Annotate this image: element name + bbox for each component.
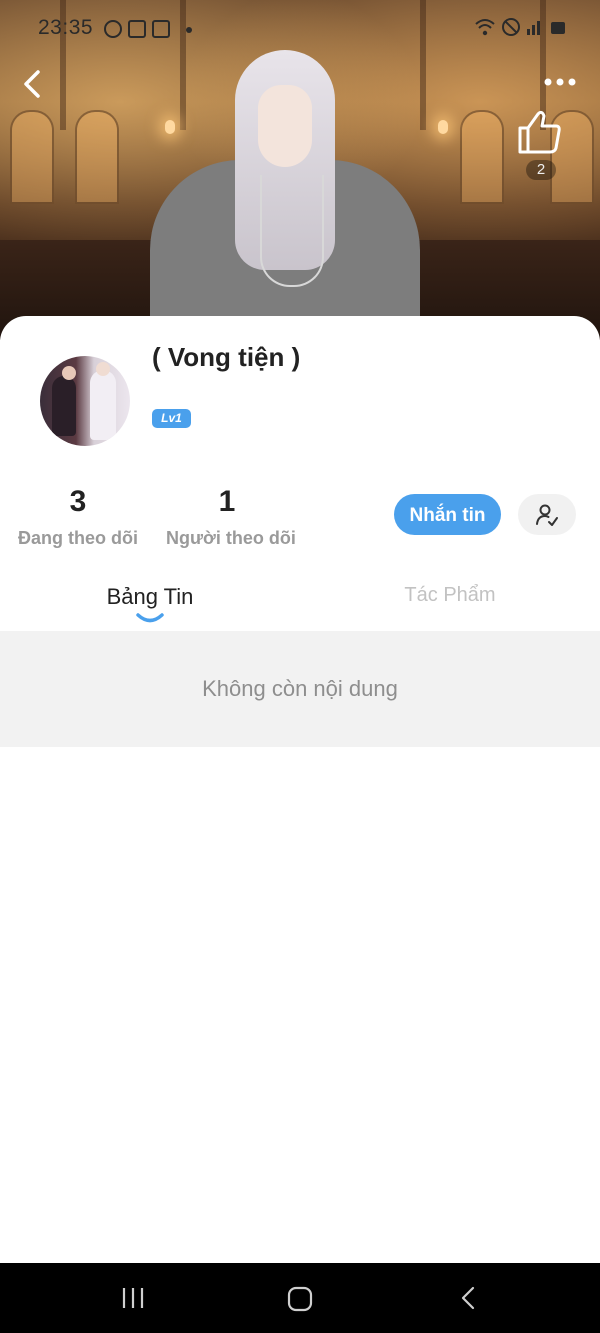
level-badge: Lv1 xyxy=(152,409,191,428)
avatar-figure xyxy=(52,376,76,436)
more-icon[interactable] xyxy=(540,72,580,92)
following-stat[interactable]: 3 Đang theo dõi xyxy=(18,484,138,549)
followers-label: Người theo dõi xyxy=(166,528,296,548)
status-bar: 23:35 xyxy=(0,14,600,46)
recents-icon[interactable] xyxy=(120,1285,146,1311)
profile-name: ( Vong tiện ) xyxy=(152,342,301,372)
signal-icon xyxy=(527,21,540,35)
system-nav-bar xyxy=(0,1263,600,1333)
tab-works[interactable]: Tác Phẩm xyxy=(350,584,550,607)
avatar-figure xyxy=(90,370,116,440)
home-icon[interactable] xyxy=(286,1285,314,1313)
active-tab-indicator xyxy=(136,613,164,623)
empty-feed-message: Không còn nội dung xyxy=(0,631,600,747)
follow-user-icon xyxy=(536,504,558,526)
notification-icon xyxy=(104,20,122,38)
following-label: Đang theo dõi xyxy=(18,528,138,548)
status-time: 23:35 xyxy=(38,16,94,39)
profile-card: ( Vong tiện ) Lv1 3 Đang theo dõi 1 Ngườ… xyxy=(0,316,600,1263)
battery-icon xyxy=(551,22,565,34)
avatar[interactable] xyxy=(40,356,130,446)
avatar-figure xyxy=(62,366,76,380)
following-count: 3 xyxy=(69,485,87,518)
follow-button[interactable] xyxy=(518,494,576,535)
street-lamp xyxy=(438,120,448,134)
like-count: 2 xyxy=(526,160,556,180)
building-window xyxy=(10,110,54,204)
message-button[interactable]: Nhắn tin xyxy=(394,494,501,535)
tab-feed[interactable]: Bảng Tin xyxy=(50,584,250,610)
avatar-figure xyxy=(96,362,110,376)
wifi-icon xyxy=(475,19,495,36)
do-not-disturb-icon xyxy=(502,18,520,36)
character-necklace xyxy=(260,175,324,287)
more-notifications-icon xyxy=(186,27,192,33)
back-icon[interactable] xyxy=(18,66,48,102)
cover-character xyxy=(140,40,430,340)
nav-back-icon[interactable] xyxy=(456,1285,482,1311)
cover-image xyxy=(0,0,600,340)
building-window xyxy=(460,110,504,204)
building-window xyxy=(75,110,119,204)
youtube-icon xyxy=(152,20,170,38)
followers-stat[interactable]: 1 Người theo dõi xyxy=(166,484,296,549)
followers-count: 1 xyxy=(218,485,236,518)
thumbs-up-icon xyxy=(518,110,561,154)
gallery-icon xyxy=(128,20,146,38)
like-button[interactable]: 2 xyxy=(512,108,568,188)
character-face xyxy=(258,85,312,167)
